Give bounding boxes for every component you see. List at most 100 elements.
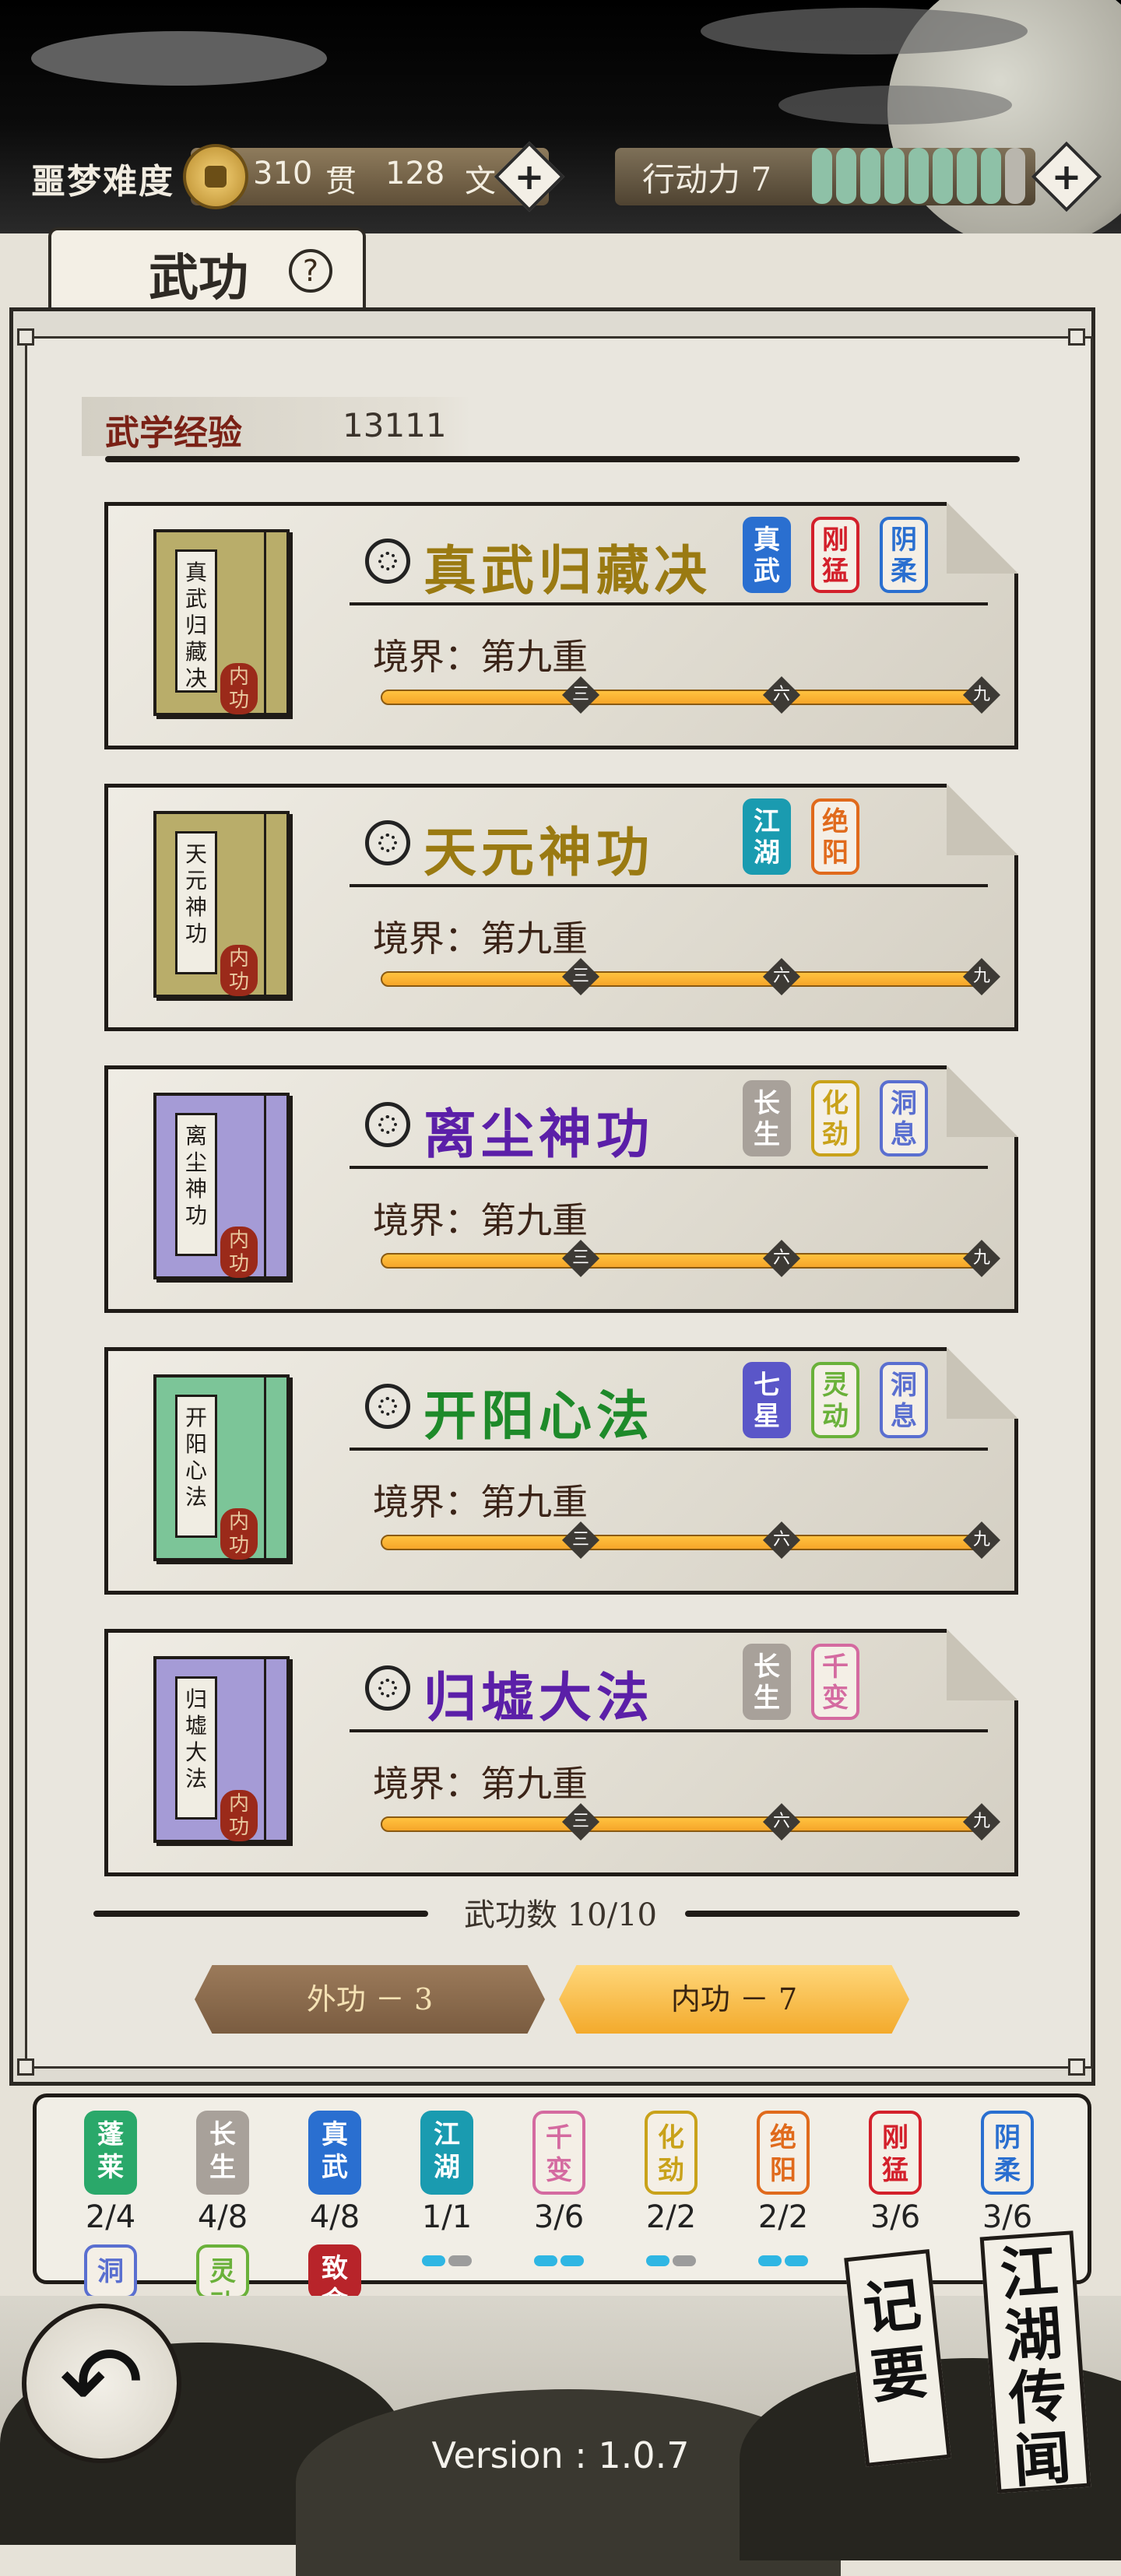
attribute-tag[interactable]: 灵动 — [811, 1362, 859, 1438]
book-title: 开阳心法 — [175, 1395, 217, 1538]
progress-node: 三 — [562, 676, 600, 714]
progress-node: 九 — [962, 1239, 1001, 1278]
help-icon[interactable]: ? — [289, 249, 332, 293]
attribute-tag[interactable]: 真武 — [743, 517, 791, 593]
attribute-tag[interactable]: 刚猛 — [811, 517, 859, 593]
book-title-text: 归墟大法 — [184, 1686, 207, 1792]
progress-node: 六 — [762, 1802, 800, 1841]
skill-card[interactable]: 真武归藏决 内功 真武归藏决 真武 刚猛 阴柔 境界：第九重 三 六 九 — [104, 502, 1018, 749]
attribute-tray-tag[interactable]: 蓬莱 — [84, 2111, 137, 2195]
attribute-tray-tag[interactable]: 江湖 — [420, 2111, 473, 2195]
attribute-tray-pip — [560, 2255, 584, 2266]
book-title: 真武归藏决 — [175, 549, 217, 693]
skill-card[interactable]: 离尘神功 内功 离尘神功 长生 化劲 洞息 境界：第九重 三 六 九 — [104, 1065, 1018, 1313]
attribute-tray-count: 3/6 — [982, 2199, 1033, 2235]
skill-book-icon: 归墟大法 内功 — [153, 1656, 290, 1843]
attribute-tag-label: 洞息 — [891, 1088, 917, 1150]
energy-segment — [860, 148, 880, 204]
attribute-tray-tag[interactable]: 阴柔 — [981, 2111, 1034, 2195]
skill-realm: 境界：第九重 — [373, 636, 588, 678]
book-seal-text: 内功 — [228, 1229, 249, 1276]
book-spine — [264, 1096, 282, 1276]
attribute-tray-tag-label: 洞 — [97, 2256, 124, 2287]
attribute-tray-tag[interactable]: 刚猛 — [869, 2111, 922, 2195]
divider — [350, 1166, 988, 1169]
realm-progress-bar — [381, 1253, 982, 1269]
attribute-tag[interactable]: 化劲 — [811, 1080, 859, 1156]
add-energy-button[interactable]: + — [1031, 141, 1102, 212]
back-button[interactable]: ↶ — [22, 2304, 181, 2463]
skill-card[interactable]: 归墟大法 内功 归墟大法 长生 千变 境界：第九重 三 六 九 — [104, 1629, 1018, 1876]
book-title-text: 真武归藏决 — [184, 560, 207, 691]
attribute-tray-tag-label: 长生 — [209, 2119, 236, 2183]
attribute-tray-tag[interactable]: 长生 — [196, 2111, 249, 2195]
progress-node-label: 九 — [972, 967, 990, 986]
attribute-tag[interactable]: 长生 — [743, 1644, 791, 1720]
skill-name: 真武归藏决 — [423, 540, 712, 602]
skill-book-icon: 离尘神功 内功 — [153, 1093, 290, 1279]
skill-book-icon: 天元神功 内功 — [153, 811, 290, 998]
attribute-tag[interactable]: 长生 — [743, 1080, 791, 1156]
divider — [350, 602, 988, 605]
attribute-tray-tag-label: 真武 — [322, 2119, 348, 2183]
book-seal: 内功 — [220, 945, 258, 996]
attribute-tag[interactable]: 江湖 — [743, 798, 791, 875]
skill-name: 开阳心法 — [423, 1385, 655, 1448]
skill-type-icon — [365, 820, 410, 865]
plus-icon: + — [514, 156, 545, 198]
tab-inner-skills[interactable]: 内功 － 7 — [559, 1965, 909, 2034]
skill-type-icon — [365, 539, 410, 584]
attribute-tag-label: 千变 — [822, 1651, 849, 1714]
attribute-tag-label: 江湖 — [754, 806, 780, 869]
progress-node-label: 六 — [772, 1530, 790, 1549]
attribute-tray-tag[interactable]: 千变 — [532, 2111, 585, 2195]
progress-node: 三 — [562, 957, 600, 996]
realm-progress-bar — [381, 1535, 982, 1550]
progress-node-label: 九 — [972, 1812, 990, 1831]
skill-name: 天元神功 — [423, 822, 655, 884]
attribute-tag-label: 长生 — [754, 1088, 780, 1150]
progress-node: 九 — [962, 957, 1001, 996]
currency-wen-unit: 文 — [465, 163, 496, 199]
attribute-tray-pip — [673, 2255, 696, 2266]
attribute-tray-tag[interactable]: 绝阳 — [757, 2111, 810, 2195]
progress-node-label: 九 — [972, 1248, 990, 1268]
attribute-tag-label: 真武 — [754, 525, 780, 587]
attribute-tray-pip — [758, 2255, 782, 2266]
progress-node-label: 六 — [772, 1248, 790, 1268]
attribute-tag-label: 七星 — [754, 1370, 780, 1432]
attribute-tray-tag[interactable]: 洞 — [84, 2244, 137, 2299]
attribute-tray-tag-label: 绝阳 — [770, 2122, 796, 2186]
skill-card[interactable]: 开阳心法 内功 开阳心法 七星 灵动 洞息 境界：第九重 三 六 九 — [104, 1347, 1018, 1595]
attribute-tray-tag-label: 刚猛 — [882, 2122, 908, 2186]
attribute-tray-tag[interactable]: 灵动 — [196, 2244, 249, 2299]
skill-book-icon: 真武归藏决 内功 — [153, 529, 290, 716]
progress-node-label: 三 — [572, 1530, 590, 1549]
skill-type-icon — [365, 1384, 410, 1429]
book-seal-text: 内功 — [228, 665, 249, 712]
page-fold — [947, 502, 1018, 574]
attribute-tag[interactable]: 千变 — [811, 1644, 859, 1720]
attribute-tray-tag[interactable]: 化劲 — [645, 2111, 698, 2195]
rumors-button[interactable]: 江湖传闻 — [979, 2230, 1091, 2495]
page-fold — [947, 1629, 1018, 1700]
attribute-tag[interactable]: 绝阳 — [811, 798, 859, 875]
divider — [350, 1729, 988, 1732]
tab-outer-skills[interactable]: 外功 － 3 — [195, 1965, 545, 2034]
attribute-tag[interactable]: 洞息 — [880, 1362, 928, 1438]
tab-martial-arts[interactable]: 武功 ? — [48, 227, 366, 313]
currency-wen-value: 128 — [385, 156, 445, 191]
exp-value: 13111 — [343, 406, 447, 444]
attribute-tray-tag[interactable]: 致命 — [308, 2244, 361, 2299]
skill-card[interactable]: 天元神功 内功 天元神功 江湖 绝阳 境界：第九重 三 六 九 — [104, 784, 1018, 1031]
attribute-tag[interactable]: 洞息 — [880, 1080, 928, 1156]
exp-label: 武学经验 — [105, 413, 242, 453]
progress-node-label: 三 — [572, 967, 590, 986]
attribute-tray-count: 2/2 — [757, 2199, 809, 2235]
progress-node-label: 三 — [572, 685, 590, 704]
skill-realm: 境界：第九重 — [373, 1763, 588, 1805]
attribute-tray-tag[interactable]: 真武 — [308, 2111, 361, 2195]
attribute-tag[interactable]: 阴柔 — [880, 517, 928, 593]
page-fold — [947, 1065, 1018, 1137]
attribute-tag[interactable]: 七星 — [743, 1362, 791, 1438]
